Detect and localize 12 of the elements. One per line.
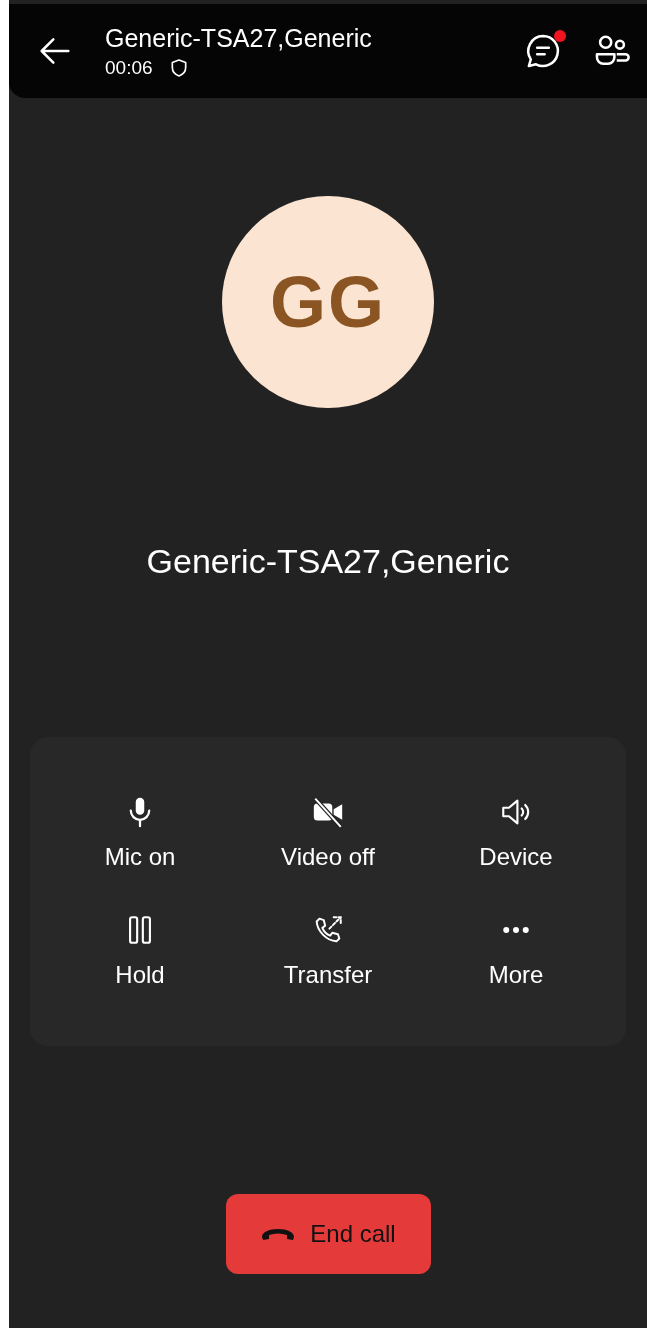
speaker-control[interactable]: Device [422, 794, 610, 871]
call-title: Generic-TSA27,Generic [105, 23, 373, 53]
avatar-initials: GG [270, 261, 386, 343]
more-control[interactable]: More [422, 912, 610, 989]
mic-control[interactable]: Mic on [46, 794, 234, 871]
end-call-button[interactable]: End call [225, 1194, 431, 1274]
call-timer: 00:06 [105, 56, 153, 79]
caller-name: Generic-TSA27,Generic [146, 542, 510, 581]
transfer-control[interactable]: Transfer [234, 912, 422, 989]
hold-control[interactable]: Hold [46, 912, 234, 989]
video-off-control[interactable]: Video off [234, 794, 422, 871]
more-icon [503, 926, 529, 933]
